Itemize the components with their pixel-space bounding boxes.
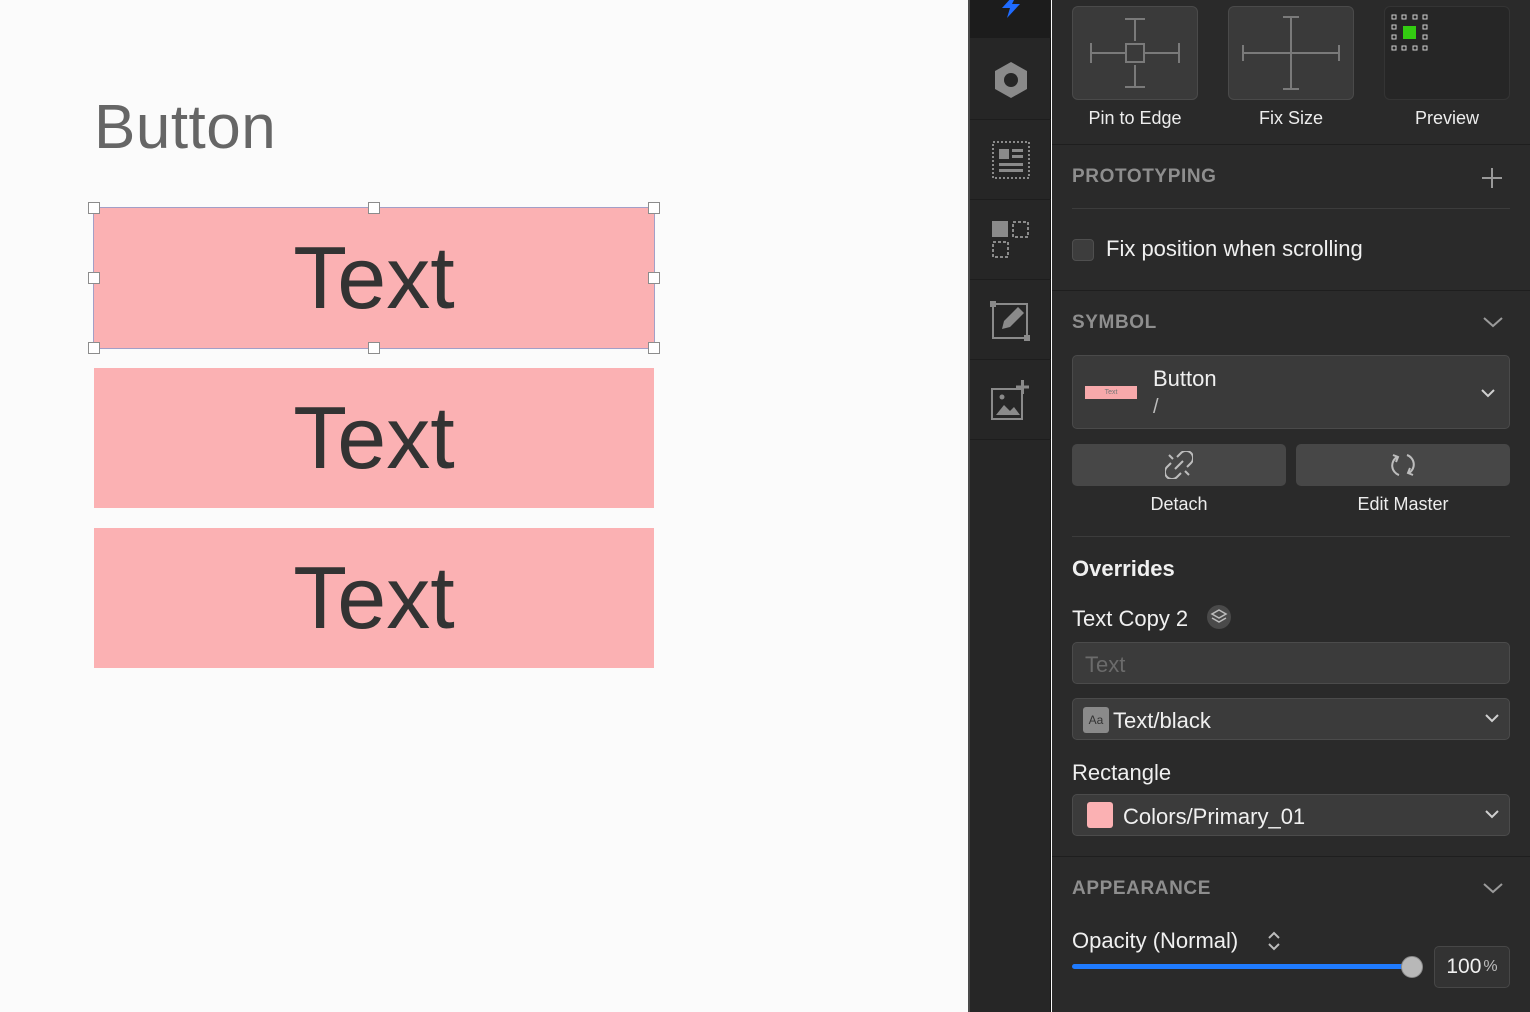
fix-position-label[interactable]: Fix position when scrolling [1106, 236, 1363, 262]
override-text-layer-label: Text Copy 2 [1072, 606, 1189, 631]
detach-label: Detach [1150, 494, 1208, 514]
canvas[interactable]: Button Text Text Text [0, 0, 968, 1012]
symbol-section-title: SYMBOL [1072, 312, 1157, 333]
symbol-name: Button [1153, 366, 1217, 391]
hexagon-icon [994, 61, 1027, 98]
divider [1072, 536, 1510, 537]
resize-handle-bottom-left[interactable] [88, 342, 100, 354]
opacity-unit: % [1483, 958, 1498, 975]
preview-icon [1391, 14, 1428, 51]
button-instance-text: Text [293, 388, 455, 487]
chevron-down-icon [1485, 714, 1499, 723]
text-style-value: Text/black [1113, 708, 1211, 733]
refresh-icon [1391, 454, 1415, 476]
rectangle-color-select[interactable]: Colors/Primary_01 [1072, 794, 1510, 836]
opacity-slider-knob[interactable] [1401, 956, 1423, 978]
chevron-down-icon[interactable] [1482, 880, 1504, 896]
override-text-input[interactable]: Text [1072, 642, 1510, 684]
resize-handle-bottom[interactable] [368, 342, 380, 354]
button-instance[interactable]: Text [93, 207, 655, 349]
layout-icon [991, 140, 1030, 179]
symbol-select[interactable]: Text Button / [1072, 355, 1510, 429]
edit-master-label: Edit Master [1357, 494, 1449, 514]
toolbar-symbols-button[interactable] [970, 40, 1051, 120]
button-instance-text: Text [293, 548, 455, 647]
symbol-path: / [1153, 396, 1159, 418]
toolbar-add-image-button[interactable] [970, 360, 1051, 440]
text-style-select[interactable]: Aa Text/black [1072, 698, 1510, 740]
text-style-icon: Aa [1083, 707, 1109, 733]
resize-handle-bottom-right[interactable] [648, 342, 660, 354]
selection-icon [991, 220, 1029, 258]
override-text-placeholder: Text [1085, 652, 1126, 677]
button-instance-text: Text [293, 228, 455, 327]
divider [1052, 290, 1530, 291]
resize-handle-top-right[interactable] [648, 202, 660, 214]
bolt-icon[interactable] [998, 0, 1024, 18]
chevron-down-icon [1481, 389, 1495, 398]
preview-button[interactable] [1384, 6, 1510, 100]
chevron-down-icon [1485, 810, 1499, 819]
add-image-icon [990, 379, 1029, 420]
divider [1072, 208, 1510, 209]
fix-size-icon [1242, 16, 1340, 90]
color-swatch [1087, 802, 1113, 828]
divider [1052, 144, 1530, 145]
pin-to-edge-label: Pin to Edge [1088, 108, 1182, 128]
stepper-icon[interactable] [1266, 928, 1282, 954]
layers-icon [1207, 605, 1231, 629]
draw-icon [989, 300, 1030, 341]
pin-to-edge-icon [1090, 18, 1180, 88]
resize-handle-top-left[interactable] [88, 202, 100, 214]
chevron-down-icon[interactable] [1482, 314, 1504, 330]
divider [1052, 856, 1530, 857]
resize-handle-top[interactable] [368, 202, 380, 214]
artboard-title[interactable]: Button [94, 92, 276, 163]
resize-handle-left[interactable] [88, 272, 100, 284]
button-instance[interactable]: Text [94, 528, 654, 668]
detach-button[interactable] [1072, 444, 1286, 486]
overrides-title: Overrides [1072, 556, 1175, 581]
symbol-thumbnail: Text [1085, 386, 1137, 399]
broken-link-icon [1165, 451, 1193, 479]
override-rectangle-label: Rectangle [1072, 760, 1172, 785]
toolbar-header [970, 0, 1051, 38]
preview-label: Preview [1414, 108, 1480, 128]
opacity-mode-label[interactable]: Opacity (Normal) [1072, 928, 1238, 954]
fix-position-checkbox[interactable] [1072, 239, 1094, 261]
toolbar-layout-button[interactable] [970, 120, 1051, 200]
fix-size-button[interactable] [1228, 6, 1354, 100]
fix-size-label: Fix Size [1258, 108, 1323, 128]
opacity-value: 100 [1446, 955, 1482, 978]
edit-master-button[interactable] [1296, 444, 1510, 486]
toolbar-selection-button[interactable] [970, 200, 1051, 280]
tool-sidebar [970, 0, 1051, 1012]
rectangle-color-value: Colors/Primary_01 [1123, 804, 1306, 829]
pin-to-edge-button[interactable] [1072, 6, 1198, 100]
opacity-slider-track[interactable] [1072, 964, 1412, 969]
prototyping-section-title: PROTOTYPING [1072, 166, 1217, 187]
resize-handle-right[interactable] [648, 272, 660, 284]
opacity-input[interactable]: 100 % [1434, 946, 1510, 988]
button-instance[interactable]: Text [94, 368, 654, 508]
inspector-panel: Pin to Edge Fix Size Preview PROTOTYPING [1052, 0, 1530, 1012]
appearance-section-title: APPEARANCE [1072, 878, 1212, 899]
plus-icon[interactable] [1480, 166, 1504, 190]
toolbar-draw-button[interactable] [970, 280, 1051, 360]
